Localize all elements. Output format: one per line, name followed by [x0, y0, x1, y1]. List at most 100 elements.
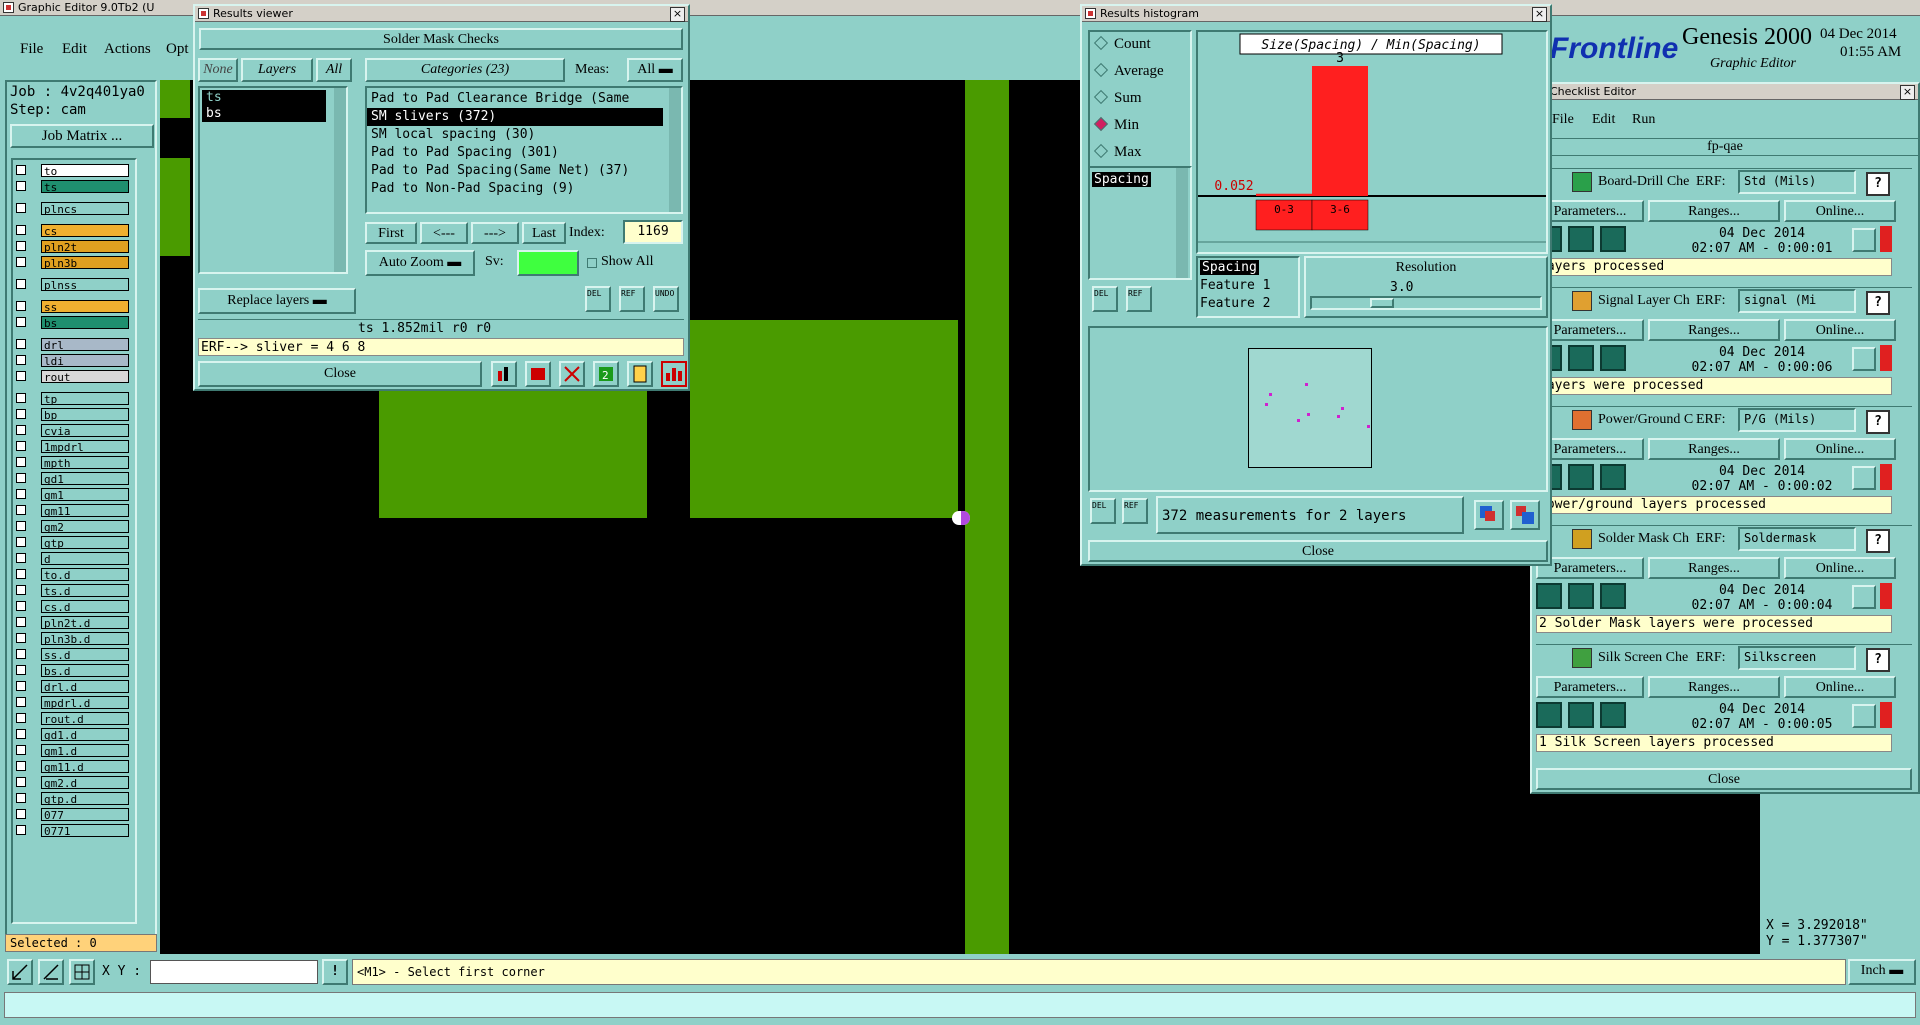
remove-icon[interactable]: [559, 361, 585, 387]
layer-item[interactable]: rout.d: [41, 712, 129, 726]
rv-category-item[interactable]: Pad to Non-Pad Spacing (9): [367, 180, 663, 198]
online-button[interactable]: Online...: [1784, 200, 1896, 222]
layer-checkbox[interactable]: [16, 279, 26, 289]
zoom-icon[interactable]: [1852, 228, 1876, 252]
layer-checkbox[interactable]: [16, 585, 26, 595]
hist-attr-scrollbar[interactable]: [1176, 168, 1188, 278]
rv-layer-item[interactable]: ts: [202, 90, 326, 106]
menu-file[interactable]: File: [20, 41, 43, 58]
erf-value-field[interactable]: P/G (Mils): [1738, 408, 1856, 432]
sv-color-select[interactable]: [517, 250, 579, 276]
layer-checkbox[interactable]: [16, 777, 26, 787]
hist-del-icon[interactable]: DEL: [1092, 286, 1118, 312]
layer-checkbox[interactable]: [16, 761, 26, 771]
next-button[interactable]: --->: [471, 222, 519, 244]
layer-item[interactable]: gm2.d: [41, 776, 129, 790]
layer-item[interactable]: cs.d: [41, 600, 129, 614]
layer-checkbox[interactable]: [16, 203, 26, 213]
layer-item[interactable]: to: [41, 164, 129, 178]
layer-item[interactable]: rout: [41, 370, 129, 384]
categories-tab[interactable]: Categories (23): [365, 58, 565, 82]
zoom-icon[interactable]: [1852, 704, 1876, 728]
layer-checkbox[interactable]: [16, 301, 26, 311]
layer-item[interactable]: gd1.d: [41, 728, 129, 742]
aggregate-option[interactable]: Sum: [1093, 89, 1142, 110]
hist-del2-icon[interactable]: DEL: [1090, 498, 1116, 524]
parameters-button[interactable]: Parameters...: [1536, 676, 1644, 698]
online-button[interactable]: Online...: [1784, 438, 1896, 460]
hist-attr-spacing[interactable]: Spacing: [1092, 172, 1151, 187]
layer-checkbox[interactable]: [16, 745, 26, 755]
layer-checkbox[interactable]: [16, 665, 26, 675]
delete-feature-icon[interactable]: [525, 361, 551, 387]
layer-checkbox[interactable]: [16, 505, 26, 515]
show-all-checkbox[interactable]: [587, 258, 597, 268]
undo-icon[interactable]: UNDO: [653, 286, 679, 312]
resolution-slider[interactable]: [1310, 296, 1542, 310]
layer-checkbox[interactable]: [16, 425, 26, 435]
online-button[interactable]: Online...: [1784, 676, 1896, 698]
layer-item[interactable]: bs: [41, 316, 129, 330]
erf-value-field[interactable]: Soldermask: [1738, 527, 1856, 551]
prev-button[interactable]: <---: [420, 222, 468, 244]
hist-field-list[interactable]: Spacing Feature 1 Feature 2: [1196, 256, 1300, 318]
layer-checkbox[interactable]: [16, 681, 26, 691]
layer-item[interactable]: mpth: [41, 456, 129, 470]
close-icon[interactable]: ×: [1532, 7, 1547, 22]
rv-category-item[interactable]: SM local spacing (30): [367, 126, 663, 144]
run-action-icon[interactable]: [1568, 583, 1594, 609]
layer-checkbox[interactable]: [16, 649, 26, 659]
aggregate-option[interactable]: Max: [1093, 143, 1142, 164]
ranges-button[interactable]: Ranges...: [1648, 438, 1780, 460]
run-action-icon[interactable]: [1568, 702, 1594, 728]
ranges-button[interactable]: Ranges...: [1648, 200, 1780, 222]
layer-checkbox[interactable]: [16, 317, 26, 327]
parameters-button[interactable]: Parameters...: [1536, 557, 1644, 579]
layer-item[interactable]: drl: [41, 338, 129, 352]
run-action-icon[interactable]: [1568, 345, 1594, 371]
layer-checkbox[interactable]: [16, 441, 26, 451]
hist-ref2-icon[interactable]: REF: [1122, 498, 1148, 524]
checklist-menu-run[interactable]: Run: [1632, 112, 1655, 128]
run-action-icon[interactable]: [1568, 226, 1594, 252]
layers-all-button[interactable]: All: [316, 58, 352, 82]
layer-checkbox[interactable]: [16, 489, 26, 499]
layer-item[interactable]: bs.d: [41, 664, 129, 678]
layer-checkbox[interactable]: [16, 241, 26, 251]
layer-item[interactable]: 077: [41, 808, 129, 822]
online-button[interactable]: Online...: [1784, 557, 1896, 579]
rv-layer-item[interactable]: bs: [202, 106, 326, 122]
layer-checkbox[interactable]: [16, 569, 26, 579]
layer-item[interactable]: ss: [41, 300, 129, 314]
rv-category-item[interactable]: SM slivers (372): [367, 108, 663, 126]
replace-layers-select[interactable]: Replace layers ▬: [198, 288, 356, 314]
run-action-icon[interactable]: [1600, 583, 1626, 609]
sliver-marker[interactable]: [952, 511, 970, 525]
help-icon[interactable]: ?: [1866, 648, 1890, 672]
run-action-icon[interactable]: [1600, 226, 1626, 252]
index-input[interactable]: 1169: [623, 220, 683, 244]
erf-value-field[interactable]: Std (Mils): [1738, 170, 1856, 194]
select-tool-icon[interactable]: [7, 959, 33, 985]
run-action-icon[interactable]: [1536, 702, 1562, 728]
layer-checkbox[interactable]: [16, 355, 26, 365]
layer-item[interactable]: gm11.d: [41, 760, 129, 774]
layer-checkbox[interactable]: [16, 809, 26, 819]
zoom-icon[interactable]: [1852, 585, 1876, 609]
layer-item[interactable]: pln2t: [41, 240, 129, 254]
help-icon[interactable]: ?: [1866, 410, 1890, 434]
hist-attr-list[interactable]: Spacing: [1088, 166, 1192, 280]
layer-checkbox[interactable]: [16, 371, 26, 381]
layer-checkbox[interactable]: [16, 409, 26, 419]
layer-item[interactable]: gtp.d: [41, 792, 129, 806]
layer-checkbox[interactable]: [16, 225, 26, 235]
layer-checkbox[interactable]: [16, 473, 26, 483]
layer-checkbox[interactable]: [16, 181, 26, 191]
aggregate-option[interactable]: Average: [1093, 62, 1164, 83]
units-select[interactable]: Inch ▬: [1848, 959, 1916, 985]
layer-item[interactable]: gm11: [41, 504, 129, 518]
layer-item[interactable]: ss.d: [41, 648, 129, 662]
histogram-icon[interactable]: [661, 361, 687, 387]
layer-item[interactable]: gd1: [41, 472, 129, 486]
layer-checkbox[interactable]: [16, 457, 26, 467]
